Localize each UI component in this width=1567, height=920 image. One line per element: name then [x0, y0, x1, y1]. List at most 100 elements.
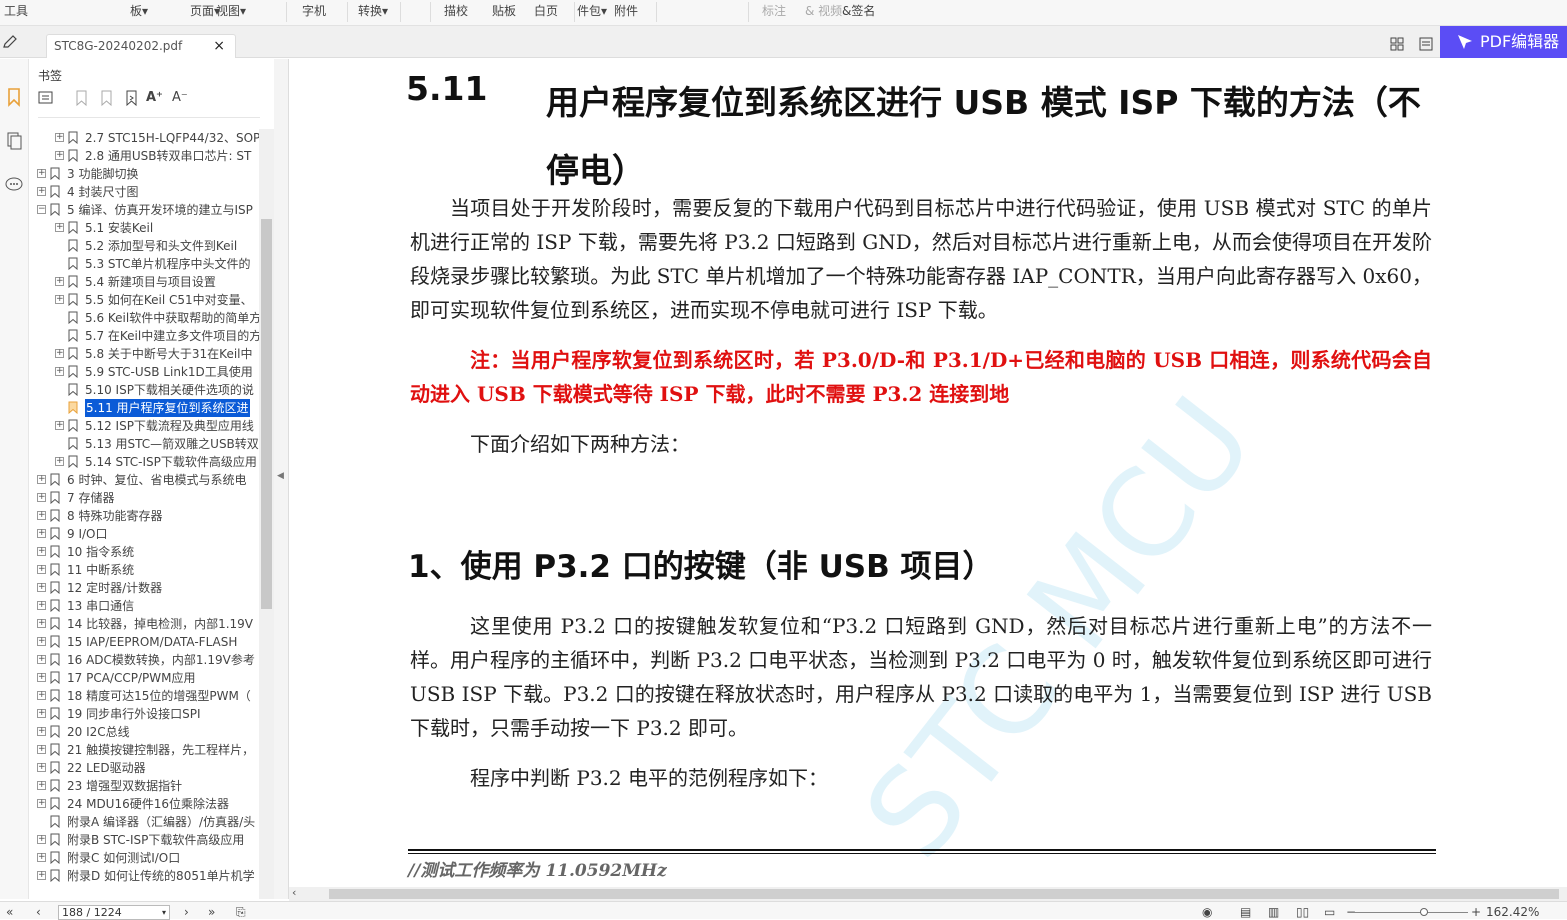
- expand-toggle-icon[interactable]: +: [55, 277, 64, 286]
- expand-toggle-icon[interactable]: +: [55, 457, 64, 466]
- expand-toggle-icon[interactable]: +: [37, 655, 46, 664]
- expand-toggle-icon[interactable]: +: [37, 637, 46, 646]
- book-view-icon[interactable]: ▭: [1324, 904, 1335, 920]
- thumbnails-icon[interactable]: [4, 131, 24, 151]
- bookmark-panel: 书签 A⁺ A⁻ +2.7 STC15H-LQFP44/32、SOP +2.8 通…: [29, 59, 274, 899]
- expand-toggle-icon[interactable]: +: [37, 583, 46, 592]
- bookmark-flag-icon: [68, 239, 78, 252]
- note-icon[interactable]: [1419, 37, 1433, 51]
- expand-toggle-icon[interactable]: +: [55, 133, 64, 142]
- code-rule-bottom: [408, 853, 1436, 854]
- bookmark-scroll-thumb[interactable]: [261, 219, 272, 609]
- zoom-in-icon[interactable]: +: [1471, 904, 1481, 920]
- bookmark-label: 22 LED驱动器: [67, 761, 146, 775]
- pencil-icon[interactable]: [2, 35, 20, 49]
- expand-toggle-icon[interactable]: +: [37, 511, 46, 520]
- last-page-icon[interactable]: »: [208, 904, 215, 920]
- toolbar-item[interactable]: 附件: [614, 2, 638, 20]
- grid-view-icon[interactable]: [1390, 37, 1404, 51]
- expand-toggle-icon[interactable]: +: [37, 799, 46, 808]
- expand-toggle-icon[interactable]: +: [55, 349, 64, 358]
- bookmark-label: 5.6 Keil软件中获取帮助的简单方: [85, 311, 261, 325]
- prev-page-icon[interactable]: ‹: [36, 904, 41, 920]
- bookmark-flag-icon: [50, 653, 60, 666]
- toolbar-item[interactable]: 视图▾: [216, 2, 246, 20]
- expand-toggle-icon[interactable]: +: [55, 367, 64, 376]
- comments-icon[interactable]: [4, 175, 24, 195]
- bookmark-scrollbar[interactable]: [259, 129, 274, 899]
- toolbar-item[interactable]: 标注: [762, 2, 786, 20]
- expand-toggle-icon[interactable]: +: [37, 871, 46, 880]
- status-bar: « ‹ 188 / 1224 ▾ › » ⎘ ◉ ▤ ▥ ▯▯ ▭ − + 162…: [0, 901, 1567, 920]
- rotate-icon[interactable]: ⎘: [236, 904, 246, 920]
- first-page-icon[interactable]: «: [6, 904, 13, 920]
- expand-toggle-icon[interactable]: +: [37, 169, 46, 178]
- expand-toggle-icon[interactable]: +: [37, 493, 46, 502]
- continuous-page-icon[interactable]: ▥: [1268, 904, 1279, 920]
- toolbar-item[interactable]: 字机: [302, 2, 326, 20]
- expand-toggle-icon[interactable]: +: [37, 529, 46, 538]
- font-increase-icon[interactable]: A⁺: [146, 89, 163, 107]
- bookmark-label: 18 精度可达15位的增强型PWM（: [67, 689, 251, 703]
- bookmark-goto-icon[interactable]: [124, 89, 140, 107]
- expand-toggle-icon[interactable]: +: [37, 475, 46, 484]
- expand-toggle-icon[interactable]: +: [37, 745, 46, 754]
- tab-close-icon[interactable]: ×: [213, 38, 225, 54]
- pdf-editor-button[interactable]: PDF编辑器: [1440, 26, 1567, 58]
- zoom-slider-track[interactable]: [1350, 912, 1468, 913]
- expand-toggle-icon[interactable]: −: [37, 205, 46, 214]
- horizontal-scrollbar[interactable]: ‹: [289, 886, 1567, 901]
- bookmark-flag-icon: [50, 527, 60, 540]
- document-tab[interactable]: STC8G-20240202.pdf ×: [46, 34, 236, 58]
- expand-toggle-icon[interactable]: +: [37, 709, 46, 718]
- expand-toggle-icon[interactable]: +: [37, 619, 46, 628]
- font-decrease-icon[interactable]: A⁻: [172, 89, 188, 107]
- toolbar-item[interactable]: 板▾: [130, 2, 148, 20]
- panel-splitter[interactable]: ◀: [274, 59, 289, 899]
- toolbar-item[interactable]: 描校: [444, 2, 468, 20]
- code-rule-top: [408, 849, 1436, 851]
- collapse-arrow-icon[interactable]: ◀: [277, 471, 284, 481]
- remove-bookmark-icon[interactable]: [99, 89, 115, 107]
- single-page-icon[interactable]: ▤: [1240, 904, 1251, 920]
- expand-toggle-icon[interactable]: +: [37, 835, 46, 844]
- expand-toggle-icon[interactable]: +: [37, 673, 46, 682]
- next-page-icon[interactable]: ›: [184, 904, 189, 920]
- toolbar-item[interactable]: 白页: [534, 2, 558, 20]
- expand-toggle-icon[interactable]: +: [55, 151, 64, 160]
- expand-toggle-icon[interactable]: +: [37, 547, 46, 556]
- expand-toggle-icon[interactable]: +: [37, 727, 46, 736]
- pdf-editor-label: PDF编辑器: [1480, 32, 1560, 51]
- expand-toggle-icon[interactable]: +: [37, 187, 46, 196]
- eye-icon[interactable]: ◉: [1202, 904, 1212, 920]
- toolbar-separator: [430, 2, 431, 22]
- toolbar-item[interactable]: 转换▾: [358, 2, 388, 20]
- expand-toggle-icon[interactable]: +: [55, 223, 64, 232]
- horizontal-scroll-thumb[interactable]: [329, 889, 1559, 899]
- zoom-slider-knob[interactable]: [1420, 908, 1428, 916]
- toolbar-item[interactable]: 工具: [4, 2, 28, 20]
- bookmark-flag-icon: [50, 779, 60, 792]
- expand-toggle-icon[interactable]: +: [37, 565, 46, 574]
- expand-toggle-icon[interactable]: +: [37, 781, 46, 790]
- scroll-left-icon[interactable]: ‹: [292, 886, 296, 899]
- toolbar-item[interactable]: 贴板: [492, 2, 516, 20]
- expand-toggle-icon[interactable]: +: [37, 853, 46, 862]
- subsection-heading: 1、使用 P3.2 口的按键（非 USB 项目）: [408, 549, 994, 585]
- expand-toggle-icon[interactable]: +: [55, 295, 64, 304]
- toolbar-item[interactable]: & 视频: [805, 2, 842, 20]
- page-number-input[interactable]: 188 / 1224 ▾: [58, 905, 170, 920]
- zoom-level[interactable]: 162.42%: [1486, 904, 1539, 920]
- expand-toggle-icon[interactable]: +: [37, 763, 46, 772]
- two-page-icon[interactable]: ▯▯: [1296, 904, 1309, 920]
- add-bookmark-icon[interactable]: [74, 89, 90, 107]
- expand-toggle-icon[interactable]: +: [37, 601, 46, 610]
- bookmark-list-icon[interactable]: [38, 89, 54, 107]
- toolbar-item[interactable]: 件包▾: [577, 2, 607, 20]
- expand-toggle-icon[interactable]: +: [55, 421, 64, 430]
- toolbar-item[interactable]: &签名: [842, 2, 875, 20]
- bookmark-flag-icon: [68, 221, 78, 234]
- bookmark-panel-icon[interactable]: [4, 87, 24, 107]
- bookmark-flag-icon: [68, 311, 78, 324]
- expand-toggle-icon[interactable]: +: [37, 691, 46, 700]
